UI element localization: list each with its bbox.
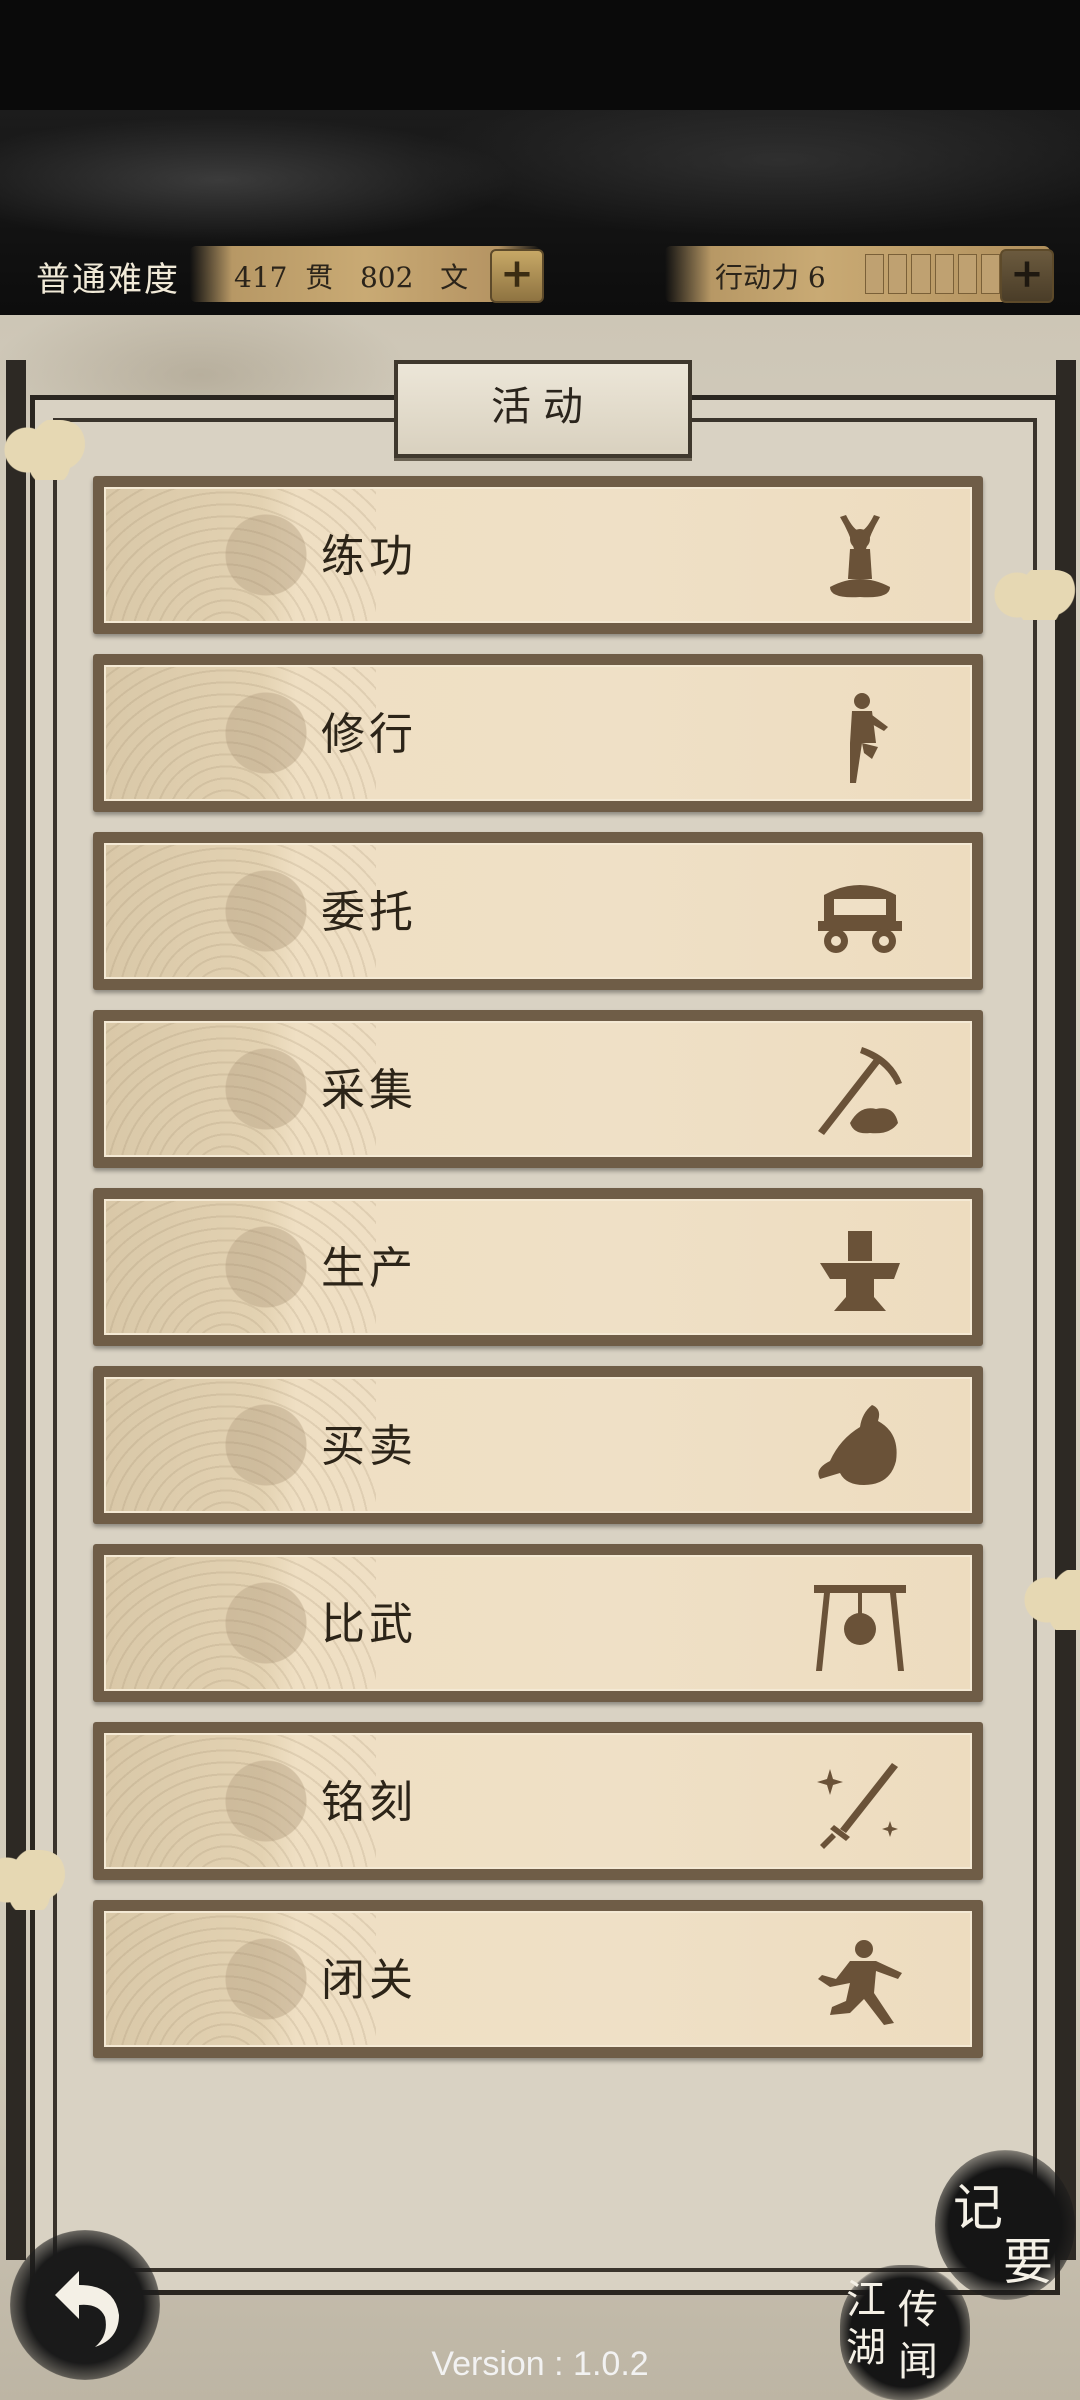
plus-icon: + [1010, 250, 1044, 297]
activity-button-lianggong[interactable]: 练功 [93, 476, 983, 634]
cloud-ornament-icon [1020, 1570, 1080, 1630]
activity-label: 修行 [321, 709, 417, 760]
activity-button-caiji[interactable]: 采集 [93, 1010, 983, 1168]
activity-label: 买卖 [321, 1421, 417, 1472]
activity-button-maimai[interactable]: 买卖 [93, 1366, 983, 1524]
cloud-ornament-icon [0, 1850, 70, 1910]
activity-button-mingke[interactable]: 铭刻 [93, 1722, 983, 1880]
anvil-icon [820, 1231, 900, 1311]
scroll-edge-left [6, 360, 26, 2260]
difficulty-label: 普通难度 [36, 260, 180, 300]
action-point-segment [957, 254, 977, 294]
activity-label: 采集 [321, 1065, 417, 1116]
news-char-3: 传 [898, 2287, 938, 2333]
activity-button-biwu[interactable]: 比武 [93, 1544, 983, 1702]
action-point-segment [888, 254, 908, 294]
activity-button-weituo[interactable]: 委托 [93, 832, 983, 990]
cart-icon [818, 885, 902, 953]
activity-label: 生产 [321, 1243, 417, 1294]
activity-label: 练功 [321, 531, 417, 582]
cloud-ornament-icon [990, 570, 1080, 620]
money-bar: 417 贯 802 文 + [190, 246, 544, 303]
memo-char-1: 记 [953, 2179, 1003, 2237]
action-point-segment [980, 254, 1001, 294]
activity-list: 练功 修行 委托 采集 生产 买卖 比武 铭刻 闭关 [93, 476, 987, 2078]
money-text: 417 贯 802 文 [234, 261, 469, 294]
action-point-segment [934, 254, 954, 294]
panel-title: 活动 [394, 360, 692, 458]
gong-icon [814, 1585, 906, 1671]
memo-button[interactable]: 记 要 [935, 2150, 1075, 2300]
activity-label: 闭关 [321, 1955, 417, 2006]
action-points-bar: 行动力 6 + [665, 246, 1054, 303]
activity-label: 铭刻 [321, 1777, 417, 1828]
fighter-icon [818, 1940, 902, 2025]
action-point-segment [911, 254, 931, 294]
back-arrow-icon [55, 2271, 119, 2347]
activity-label: 委托 [321, 887, 417, 938]
action-points-meter [865, 254, 1001, 294]
cloud-ornament-icon [0, 420, 90, 480]
money-bag-icon [818, 1405, 897, 1485]
meditation-icon [830, 515, 890, 598]
martial-stance-icon [850, 693, 888, 783]
pickaxe-icon [818, 1047, 902, 1135]
activity-button-shengchan[interactable]: 生产 [93, 1188, 983, 1346]
add-money-button[interactable]: + [490, 249, 544, 303]
version-text: Version : 1.0.2 [431, 2345, 649, 2383]
action-points-label: 行动力 6 [715, 261, 826, 294]
activity-label: 比武 [321, 1599, 417, 1650]
add-action-points-button[interactable]: + [1000, 249, 1054, 303]
activity-button-xiuxing[interactable]: 修行 [93, 654, 983, 812]
activity-button-biguan[interactable]: 闭关 [93, 1900, 983, 2058]
memo-char-2: 要 [1003, 2233, 1053, 2291]
sword-sparkle-icon [817, 1763, 898, 1849]
action-point-segment [865, 254, 885, 294]
plus-icon: + [500, 250, 534, 297]
app-root: 普通难度 417 贯 802 文 + 行动力 6 + 活动 练功 修行 委托 采… [0, 0, 1080, 2400]
status-header: 普通难度 417 贯 802 文 + 行动力 6 + [0, 240, 1080, 310]
